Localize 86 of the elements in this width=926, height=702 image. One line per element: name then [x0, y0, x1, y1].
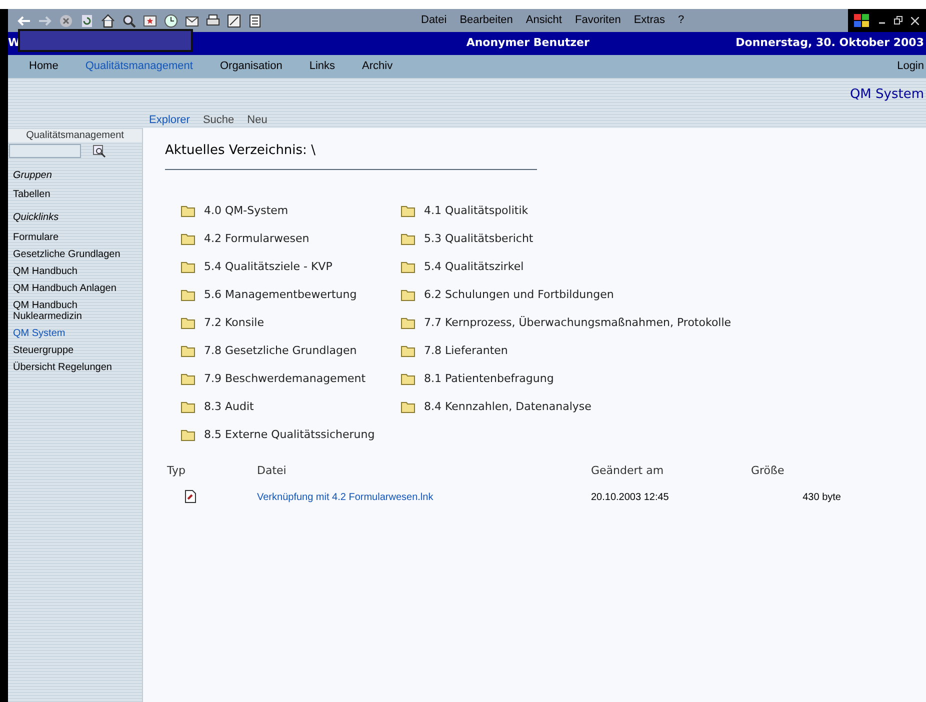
folder-link[interactable]: 4.0 QM-System	[204, 202, 288, 220]
folder-link[interactable]: 8.3 Audit	[204, 398, 254, 416]
sidebar-link[interactable]: Steuergruppe	[13, 345, 142, 356]
subnav-tab[interactable]: Suche	[202, 112, 234, 128]
subnav-tab[interactable]: Explorer	[149, 112, 190, 128]
folder-link[interactable]: 7.8 Lieferanten	[424, 342, 508, 360]
folder-link[interactable]: 4.1 Qualitätspolitik	[424, 202, 528, 220]
printer-icon[interactable]	[205, 12, 221, 28]
shortcut-file-icon	[185, 490, 196, 503]
menu-item[interactable]: Datei	[421, 12, 447, 29]
folder-icon	[401, 233, 415, 245]
folder-link[interactable]: 7.9 Beschwerdemanagement	[204, 370, 366, 388]
folder-icon	[401, 373, 415, 385]
search-field[interactable]	[9, 144, 81, 158]
folder-link[interactable]: 7.7 Kernprozess, Überwachungsmaßnahmen, Protokolle	[424, 314, 732, 332]
search-icon[interactable]	[93, 144, 106, 158]
sidebar-link[interactable]: QM Handbuch Anlagen	[13, 283, 142, 294]
favorites-icon[interactable]	[142, 12, 158, 28]
menu-item[interactable]: Extras	[634, 12, 666, 29]
nav-link[interactable]: Links	[309, 58, 336, 75]
folder-link[interactable]: 7.8 Gesetzliche Grundlagen	[204, 342, 357, 360]
folder-icon	[181, 345, 195, 357]
sidebar-link[interactable]: Formulare	[13, 232, 142, 243]
directory-title: Aktuelles Verzeichnis: \	[165, 143, 316, 158]
folder-link[interactable]: 5.6 Managementbewertung	[204, 286, 357, 304]
home-icon[interactable]	[100, 12, 116, 28]
sidebar-link[interactable]: Übersicht Regelungen	[13, 362, 142, 373]
login-link[interactable]: Login	[897, 58, 924, 75]
sidebar-link[interactable]: QM Handbuch Nuklearmedizin	[13, 300, 142, 322]
folder-icon	[181, 317, 195, 329]
section-title: QM System	[850, 86, 924, 104]
column-header: Größe	[751, 462, 786, 478]
date-text: Donnerstag, 30. Oktober 2003	[736, 35, 924, 52]
column-header: Geändert am	[591, 462, 665, 478]
file-link[interactable]: Verknüpfung mit 4.2 Formularwesen.lnk	[257, 479, 591, 505]
folder-icon	[401, 345, 415, 357]
subnav-tab[interactable]: Neu	[247, 112, 268, 128]
sidebar-link[interactable]: Tabellen	[13, 189, 142, 200]
folder-icon	[401, 261, 415, 273]
history-icon[interactable]	[163, 12, 179, 28]
folder-link[interactable]: 5.3 Qualitätsbericht	[424, 230, 534, 248]
document-icon[interactable]	[247, 12, 263, 28]
close-icon[interactable]	[911, 16, 919, 24]
nav-link[interactable]: Organisation	[220, 58, 282, 75]
folder-icon	[401, 317, 415, 329]
folder-link[interactable]: 8.1 Patientenbefragung	[424, 370, 554, 388]
folder-icon	[181, 373, 195, 385]
menu-item[interactable]: ?	[678, 12, 684, 29]
windows-logo-icon	[854, 14, 870, 28]
stop-icon[interactable]	[58, 12, 74, 28]
folder-icon	[181, 401, 195, 413]
folder-icon	[181, 233, 195, 245]
refresh-icon[interactable]	[79, 12, 95, 28]
folder-icon	[181, 205, 195, 217]
folder-icon	[181, 429, 195, 441]
menu-item[interactable]: Favoriten	[574, 12, 621, 29]
folder-link[interactable]: 5.4 Qualitätsziele - KVP	[204, 258, 332, 276]
folder-link[interactable]: 5.4 Qualitätszirkel	[424, 258, 524, 276]
folder-icon	[181, 261, 195, 273]
folder-icon	[401, 289, 415, 301]
folder-icon	[401, 401, 415, 413]
folder-link[interactable]: 8.5 Externe Qualitätssicherung	[204, 426, 375, 444]
menu-item[interactable]: Ansicht	[526, 12, 562, 29]
restore-icon[interactable]	[894, 16, 903, 25]
edit-icon[interactable]	[226, 12, 242, 28]
sidebar-link[interactable]: Gesetzliche Grundlagen	[13, 249, 142, 260]
menu-item[interactable]: Bearbeiten	[460, 12, 513, 29]
sidebar-link[interactable]: QM System	[13, 328, 142, 339]
sidebar-title: Qualitätsmanagement	[8, 129, 142, 142]
folder-link[interactable]: 7.2 Konsile	[204, 314, 264, 332]
sidebar-heading: Gruppen	[13, 169, 53, 183]
nav-link[interactable]: Home	[29, 58, 58, 75]
column-header: Datei	[257, 462, 288, 478]
user-name: Anonymer Benutzer	[466, 35, 590, 52]
folder-link[interactable]: 8.4 Kennzahlen, Datenanalyse	[424, 398, 592, 416]
nav-link[interactable]: Archiv	[362, 58, 393, 75]
folder-icon	[401, 205, 415, 217]
column-header: Typ	[167, 462, 186, 478]
sidebar-heading: Quicklinks	[13, 211, 60, 225]
file-size: 430 byte	[802, 491, 841, 505]
modified-date: 20.10.2003 12:45	[591, 491, 670, 505]
folder-link[interactable]: 4.2 Formularwesen	[204, 230, 310, 248]
sidebar-link[interactable]: QM Handbuch	[13, 266, 142, 277]
folder-link[interactable]: 6.2 Schulungen und Fortbildungen	[424, 286, 614, 304]
folder-icon	[181, 289, 195, 301]
search-icon[interactable]	[121, 12, 137, 28]
